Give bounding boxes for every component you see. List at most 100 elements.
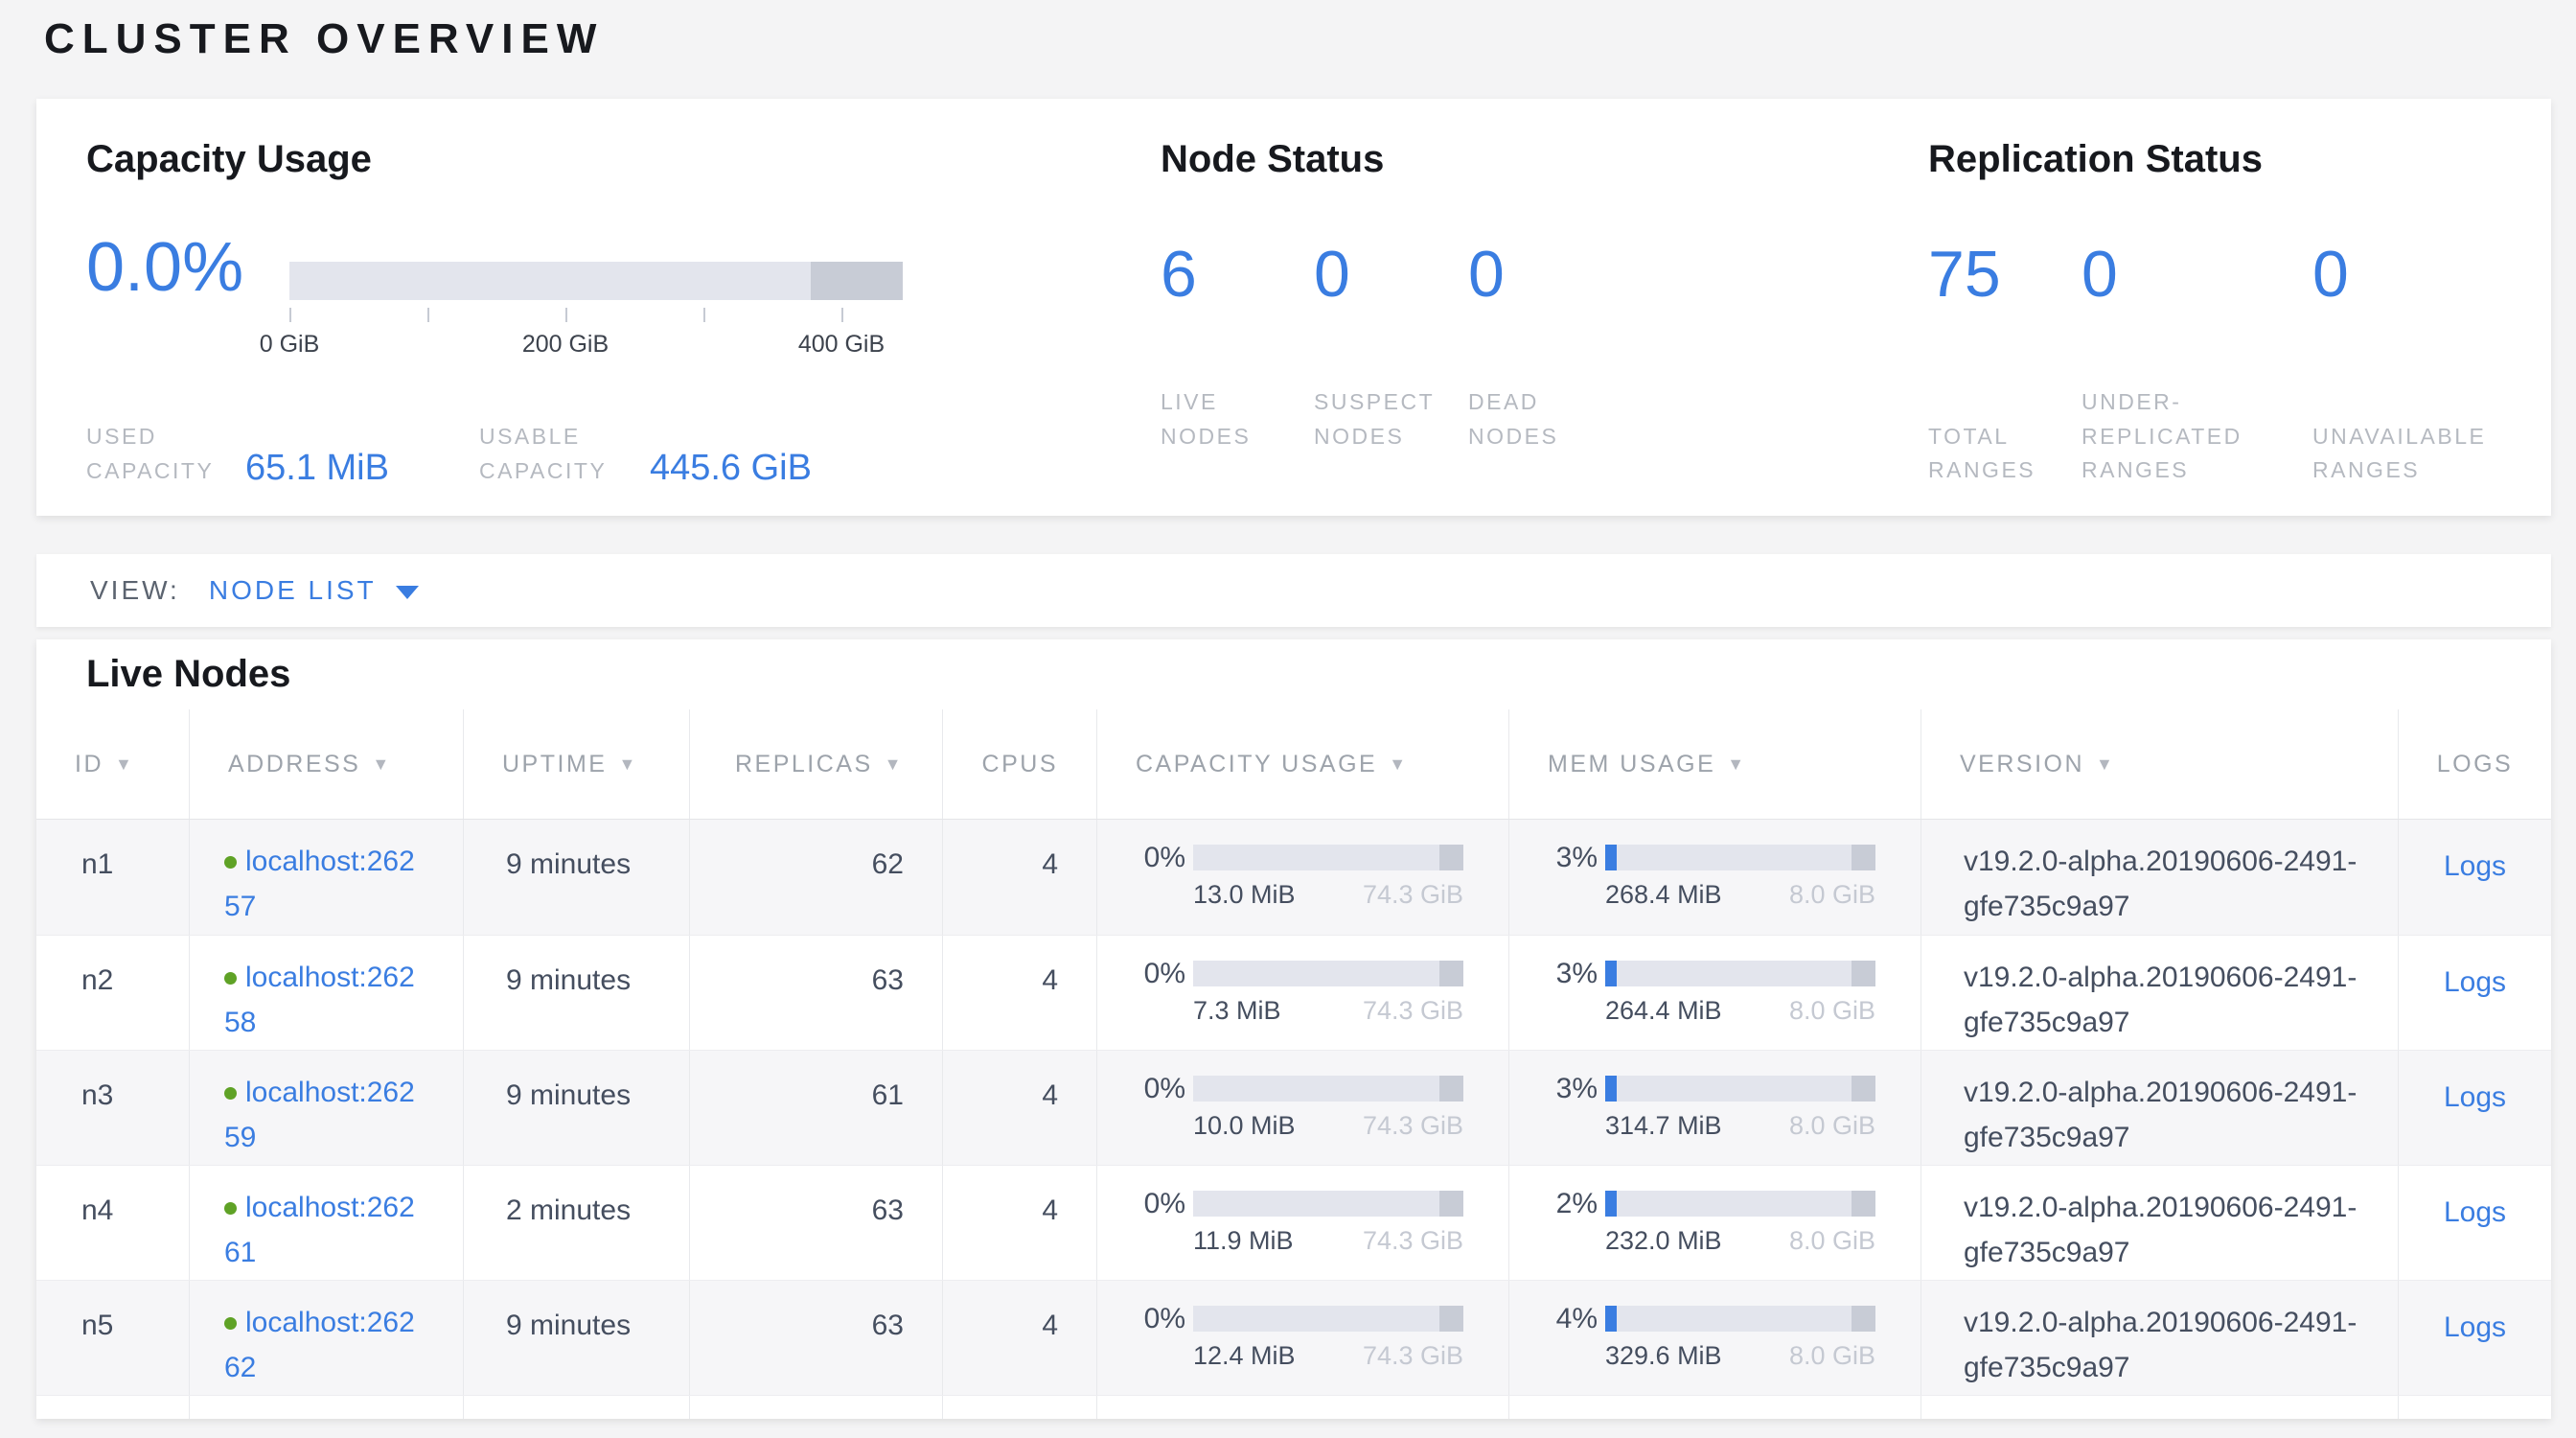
empty-cell: [942, 1396, 1096, 1419]
uptime-cell: 9 minutes: [463, 820, 689, 935]
capacity-cell: 0%11.9 MiB74.3 GiB: [1096, 1166, 1508, 1280]
axis-tick: [565, 308, 567, 322]
axis-tick: [427, 308, 429, 322]
chevron-down-icon: [396, 586, 419, 599]
uptime-cell: 9 minutes: [463, 936, 689, 1050]
capacity-usage-bar: [1193, 1306, 1463, 1332]
usage-used-value: 264.4 MiB: [1605, 996, 1722, 1026]
usage-percent: 3%: [1509, 839, 1605, 910]
usage-percent: 0%: [1097, 839, 1193, 910]
replicas-cell: 63: [689, 1166, 942, 1280]
mem-usage: 3%268.4 MiB8.0 GiB: [1509, 839, 1920, 910]
node-id-cell: n5: [36, 1281, 189, 1395]
empty-cell: [463, 1396, 689, 1419]
axis-tick-label: 400 GiB: [798, 331, 885, 359]
address-text: localhost:26262: [224, 1307, 415, 1383]
stat-value: 445.6 GiB: [650, 450, 812, 486]
usage-percent: 4%: [1509, 1300, 1605, 1371]
column-header-replicas[interactable]: REPLICAS▼: [689, 709, 942, 819]
mem-cell: 3%264.4 MiB8.0 GiB: [1508, 936, 1920, 1050]
page-title: CLUSTER OVERVIEW: [44, 15, 604, 63]
usage-used-value: 12.4 MiB: [1193, 1341, 1296, 1371]
live-status-dot: [224, 1087, 237, 1100]
axis-tick-label: 200 GiB: [522, 331, 609, 359]
address-text: localhost:26261: [224, 1192, 415, 1268]
table-row: n1localhost:262579 minutes6240%13.0 MiB7…: [36, 820, 2551, 935]
column-header-capacity-usage[interactable]: CAPACITY USAGE▼: [1096, 709, 1508, 819]
live-status-dot: [224, 1202, 237, 1215]
mem-usage-bar: [1605, 1191, 1875, 1217]
column-header-logs: LOGS: [2398, 709, 2551, 819]
column-header-label: REPLICAS: [735, 751, 873, 778]
column-header-label: LOGS: [2437, 751, 2513, 778]
address-link[interactable]: localhost:26262: [224, 1300, 427, 1390]
version-text: v19.2.0-alpha.20190606-2491-gfe735c9a97: [1964, 1070, 2385, 1160]
logs-cell: Logs: [2398, 820, 2551, 935]
address-link[interactable]: localhost:26261: [224, 1185, 427, 1275]
usage-total-value: 8.0 GiB: [1789, 1226, 1875, 1256]
address-text: localhost:26257: [224, 846, 415, 922]
column-header-label: UPTIME: [502, 751, 607, 778]
logs-cell: Logs: [2398, 936, 2551, 1050]
version-text: v19.2.0-alpha.20190606-2491-gfe735c9a97: [1964, 839, 2385, 929]
address-link[interactable]: localhost:26258: [224, 955, 427, 1045]
empty-cell: [189, 1396, 463, 1419]
capacity-usage: 0%11.9 MiB74.3 GiB: [1097, 1185, 1508, 1256]
logs-cell: Logs: [2398, 1166, 2551, 1280]
empty-cell: [36, 1396, 189, 1419]
usage-used-value: 329.6 MiB: [1605, 1341, 1722, 1371]
live-status-dot: [224, 1317, 237, 1330]
column-header-address[interactable]: ADDRESS▼: [189, 709, 463, 819]
version-cell: v19.2.0-alpha.20190606-2491-gfe735c9a97: [1920, 1281, 2398, 1395]
stat-label-under-replicated-ranges: UNDER-REPLICATED RANGES: [2082, 385, 2285, 488]
column-header-mem-usage[interactable]: MEM USAGE▼: [1508, 709, 1920, 819]
empty-cell: [1920, 1396, 2398, 1419]
usage-used-value: 314.7 MiB: [1605, 1111, 1722, 1141]
usage-bar-fill: [1605, 961, 1617, 986]
usage-bar-fill: [1605, 1306, 1617, 1332]
stat-label-dead-nodes: DEAD NODES: [1468, 385, 1598, 453]
logs-link[interactable]: Logs: [2444, 850, 2506, 883]
view-label: VIEW:: [90, 575, 180, 606]
column-header-uptime[interactable]: UPTIME▼: [463, 709, 689, 819]
logs-link[interactable]: Logs: [2444, 966, 2506, 999]
empty-cell: [1096, 1396, 1508, 1419]
replication-status-section: Replication Status 7500TOTAL RANGESUNDER…: [1928, 137, 2542, 488]
usage-used-value: 7.3 MiB: [1193, 996, 1281, 1026]
replication-status-title: Replication Status: [1928, 137, 2542, 181]
logs-link[interactable]: Logs: [2444, 1196, 2506, 1229]
node-id-cell: n2: [36, 936, 189, 1050]
uptime-cell: 9 minutes: [463, 1051, 689, 1165]
mem-usage-bar: [1605, 1076, 1875, 1102]
sort-arrow-icon: ▼: [115, 754, 134, 775]
mem-usage: 4%329.6 MiB8.0 GiB: [1509, 1300, 1920, 1371]
replicas-cell: 63: [689, 936, 942, 1050]
axis-tick-label: 0 GiB: [260, 331, 320, 359]
version-text: v19.2.0-alpha.20190606-2491-gfe735c9a97: [1964, 1185, 2385, 1275]
usage-used-value: 10.0 MiB: [1193, 1111, 1296, 1141]
usage-bar-reserved: [1439, 1191, 1463, 1217]
column-header-label: ADDRESS: [228, 751, 360, 778]
capacity-cell: 0%13.0 MiB74.3 GiB: [1096, 820, 1508, 935]
usage-used-value: 11.9 MiB: [1193, 1226, 1294, 1256]
column-header-id[interactable]: ID▼: [36, 709, 189, 819]
address-link[interactable]: localhost:26259: [224, 1070, 427, 1160]
mem-cell: 3%268.4 MiB8.0 GiB: [1508, 820, 1920, 935]
cpus-cell: 4: [942, 1051, 1096, 1165]
logs-link[interactable]: Logs: [2444, 1311, 2506, 1344]
mem-cell: 4%329.6 MiB8.0 GiB: [1508, 1281, 1920, 1395]
usage-bar-reserved: [1852, 1306, 1875, 1332]
stat-label: USED CAPACITY: [86, 420, 220, 488]
stat-value-total-ranges: 75: [1928, 242, 2082, 385]
logs-link[interactable]: Logs: [2444, 1081, 2506, 1114]
mem-cell: 3%314.7 MiB8.0 GiB: [1508, 1051, 1920, 1165]
address-link[interactable]: localhost:26257: [224, 839, 427, 929]
mem-usage: 3%264.4 MiB8.0 GiB: [1509, 955, 1920, 1026]
usage-total-value: 74.3 GiB: [1363, 1341, 1463, 1371]
cpus-cell: 4: [942, 820, 1096, 935]
table-row: n4localhost:262612 minutes6340%11.9 MiB7…: [36, 1165, 2551, 1280]
address-cell: localhost:26257: [189, 820, 463, 935]
view-dropdown[interactable]: NODE LIST: [209, 575, 419, 606]
column-header-version[interactable]: VERSION▼: [1920, 709, 2398, 819]
capacity-usage: 0%12.4 MiB74.3 GiB: [1097, 1300, 1508, 1371]
